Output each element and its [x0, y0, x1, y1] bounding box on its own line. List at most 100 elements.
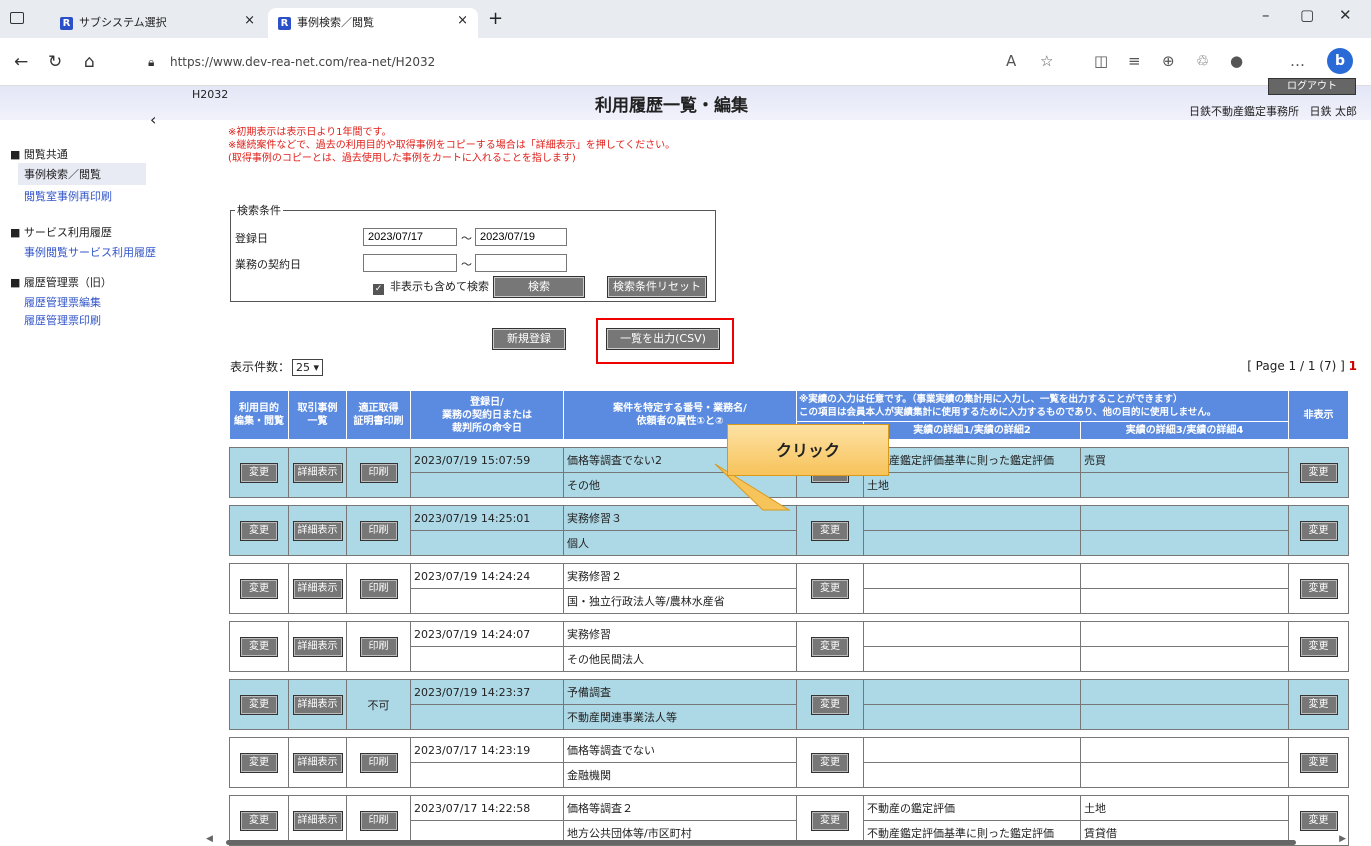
- home-icon[interactable]: ⌂: [84, 52, 95, 72]
- detail-view-button[interactable]: 詳細表示: [292, 810, 343, 831]
- detail-view-button[interactable]: 詳細表示: [292, 752, 343, 773]
- change-hide-button[interactable]: 変更: [1299, 810, 1338, 831]
- maximize-icon[interactable]: ▢: [1300, 6, 1314, 24]
- change-purpose-button[interactable]: 変更: [240, 694, 278, 715]
- contract-date-from[interactable]: [363, 254, 457, 272]
- logout-button[interactable]: ログアウト: [1268, 78, 1356, 95]
- change-hide-button[interactable]: 変更: [1299, 578, 1338, 599]
- row-spacer: [229, 497, 1349, 506]
- cert-cell: 印刷: [346, 447, 411, 498]
- print-button[interactable]: 印刷: [359, 578, 398, 599]
- change-hide-button[interactable]: 変更: [1299, 520, 1338, 541]
- detail1-cell: 不動産鑑定評価基準に則った鑑定評価: [863, 447, 1081, 473]
- registration-date-to[interactable]: [475, 228, 567, 246]
- profile-icon[interactable]: ●: [1230, 52, 1243, 70]
- change-purpose-button[interactable]: 変更: [240, 520, 278, 541]
- tab-subsystem[interactable]: R サブシステム選択 ×: [50, 8, 265, 38]
- scrollbar-thumb[interactable]: [226, 840, 1296, 845]
- detail2-cell: [863, 704, 1081, 730]
- sidebar-item-history-print[interactable]: 履歴管理票印刷: [24, 312, 101, 328]
- reset-conditions-button[interactable]: 検索条件リセット: [607, 276, 707, 298]
- registration-date-from[interactable]: [363, 228, 457, 246]
- col-detail12-label: 実績の詳細1/実績の詳細2: [913, 425, 1031, 436]
- sidebar-item-history-edit[interactable]: 履歴管理票編集: [24, 294, 101, 310]
- url-field[interactable]: https://www.dev-rea-net.com/rea-net/H203…: [170, 55, 435, 69]
- change-purpose-button[interactable]: 変更: [240, 636, 278, 657]
- case-name-cell: 実務修習２: [563, 563, 797, 589]
- click-callout: クリック: [727, 424, 889, 476]
- print-button[interactable]: 印刷: [359, 636, 398, 657]
- display-count-label: 表示件数：: [230, 360, 291, 374]
- more-icon[interactable]: …: [1290, 52, 1305, 70]
- favorites-icon[interactable]: ≡: [1128, 52, 1141, 70]
- read-aloud-icon[interactable]: A: [1006, 52, 1016, 70]
- detail3-cell: [1080, 621, 1289, 647]
- change-purpose-button[interactable]: 変更: [240, 462, 278, 483]
- minimize-icon[interactable]: –: [1262, 6, 1270, 24]
- favorite-star-icon[interactable]: ☆: [1040, 52, 1053, 70]
- change-hide-button[interactable]: 変更: [1299, 752, 1338, 773]
- change-purpose-button[interactable]: 変更: [240, 752, 278, 773]
- include-hidden-checkbox[interactable]: ✓ 非表示も含めて検索: [373, 278, 489, 295]
- result-cell: 変更: [796, 679, 864, 730]
- back-icon[interactable]: ←: [14, 52, 28, 72]
- refresh-icon[interactable]: ↻: [48, 52, 62, 72]
- print-button[interactable]: 印刷: [359, 462, 398, 483]
- close-icon[interactable]: ×: [244, 13, 255, 28]
- detail-view-button[interactable]: 詳細表示: [292, 520, 343, 541]
- detail-view-button[interactable]: 詳細表示: [292, 636, 343, 657]
- change-result-button[interactable]: 変更: [811, 520, 849, 541]
- change-hide-button[interactable]: 変更: [1299, 694, 1338, 715]
- collapse-sidebar-icon[interactable]: ‹: [150, 110, 156, 129]
- window-close-icon[interactable]: ✕: [1339, 6, 1352, 24]
- window-menu-icon[interactable]: [10, 12, 24, 24]
- change-result-button[interactable]: 変更: [811, 810, 849, 831]
- new-tab-icon[interactable]: +: [488, 8, 503, 29]
- url-text: https://www.dev-rea-net.com/rea-net/H203…: [170, 55, 436, 69]
- sidebar-item-reprint[interactable]: 閲覧室事例再印刷: [24, 188, 112, 204]
- scroll-left-icon[interactable]: ◀: [206, 834, 213, 844]
- print-button[interactable]: 印刷: [359, 810, 398, 831]
- result-cell: 変更: [796, 737, 864, 788]
- change-hide-button[interactable]: 変更: [1299, 636, 1338, 657]
- detail-view-button[interactable]: 詳細表示: [292, 462, 343, 483]
- contract-date-to[interactable]: [475, 254, 567, 272]
- sidebar-group-common: ■ 閲覧共通: [10, 148, 68, 161]
- detail4-cell: [1080, 704, 1289, 730]
- page-link[interactable]: 1: [1349, 359, 1357, 373]
- display-count-select[interactable]: 25 ▾: [292, 359, 324, 376]
- display-count-value: 25: [296, 361, 311, 374]
- export-csv-button[interactable]: 一覧を出力(CSV): [606, 328, 720, 350]
- hide-cell: 変更: [1288, 621, 1349, 672]
- sidebar-item-case-search[interactable]: 事例検索／閲覧: [18, 163, 146, 185]
- detail-view-button[interactable]: 詳細表示: [292, 578, 343, 599]
- extensions-icon[interactable]: ♲: [1196, 52, 1209, 70]
- detail1-cell: [863, 737, 1081, 763]
- split-screen-icon[interactable]: ◫: [1094, 52, 1108, 70]
- tab-case-search[interactable]: R 事例検索／閲覧 ×: [268, 8, 478, 38]
- collections-icon[interactable]: ⊕: [1162, 52, 1175, 70]
- purpose-cell: 変更: [229, 505, 289, 556]
- row-spacer: [229, 787, 1349, 796]
- change-result-button[interactable]: 変更: [811, 752, 849, 773]
- change-purpose-button[interactable]: 変更: [240, 810, 278, 831]
- search-button[interactable]: 検索: [493, 276, 585, 298]
- change-result-button[interactable]: 変更: [811, 694, 849, 715]
- detail-view-button[interactable]: 詳細表示: [292, 694, 343, 715]
- close-icon[interactable]: ×: [457, 13, 468, 28]
- change-result-button[interactable]: 変更: [811, 636, 849, 657]
- change-hide-button[interactable]: 変更: [1299, 462, 1338, 483]
- scroll-right-icon[interactable]: ▶: [1339, 834, 1346, 844]
- horizontal-scrollbar[interactable]: ◀ ▶: [200, 834, 1350, 846]
- print-button[interactable]: 印刷: [359, 752, 398, 773]
- purpose-cell: 変更: [229, 563, 289, 614]
- new-registration-button[interactable]: 新規登録: [492, 328, 566, 350]
- change-result-button[interactable]: 変更: [811, 578, 849, 599]
- print-button[interactable]: 印刷: [359, 520, 398, 541]
- office-name: 日鉄不動産鑑定事務所: [1189, 105, 1299, 118]
- change-purpose-button[interactable]: 変更: [240, 578, 278, 599]
- hide-cell: 変更: [1288, 679, 1349, 730]
- sidebar-item-usage-history[interactable]: 事例閲覧サービス利用履歴: [24, 244, 156, 260]
- edge-copilot-icon[interactable]: b: [1327, 48, 1353, 74]
- detail2-cell: 土地: [863, 472, 1081, 498]
